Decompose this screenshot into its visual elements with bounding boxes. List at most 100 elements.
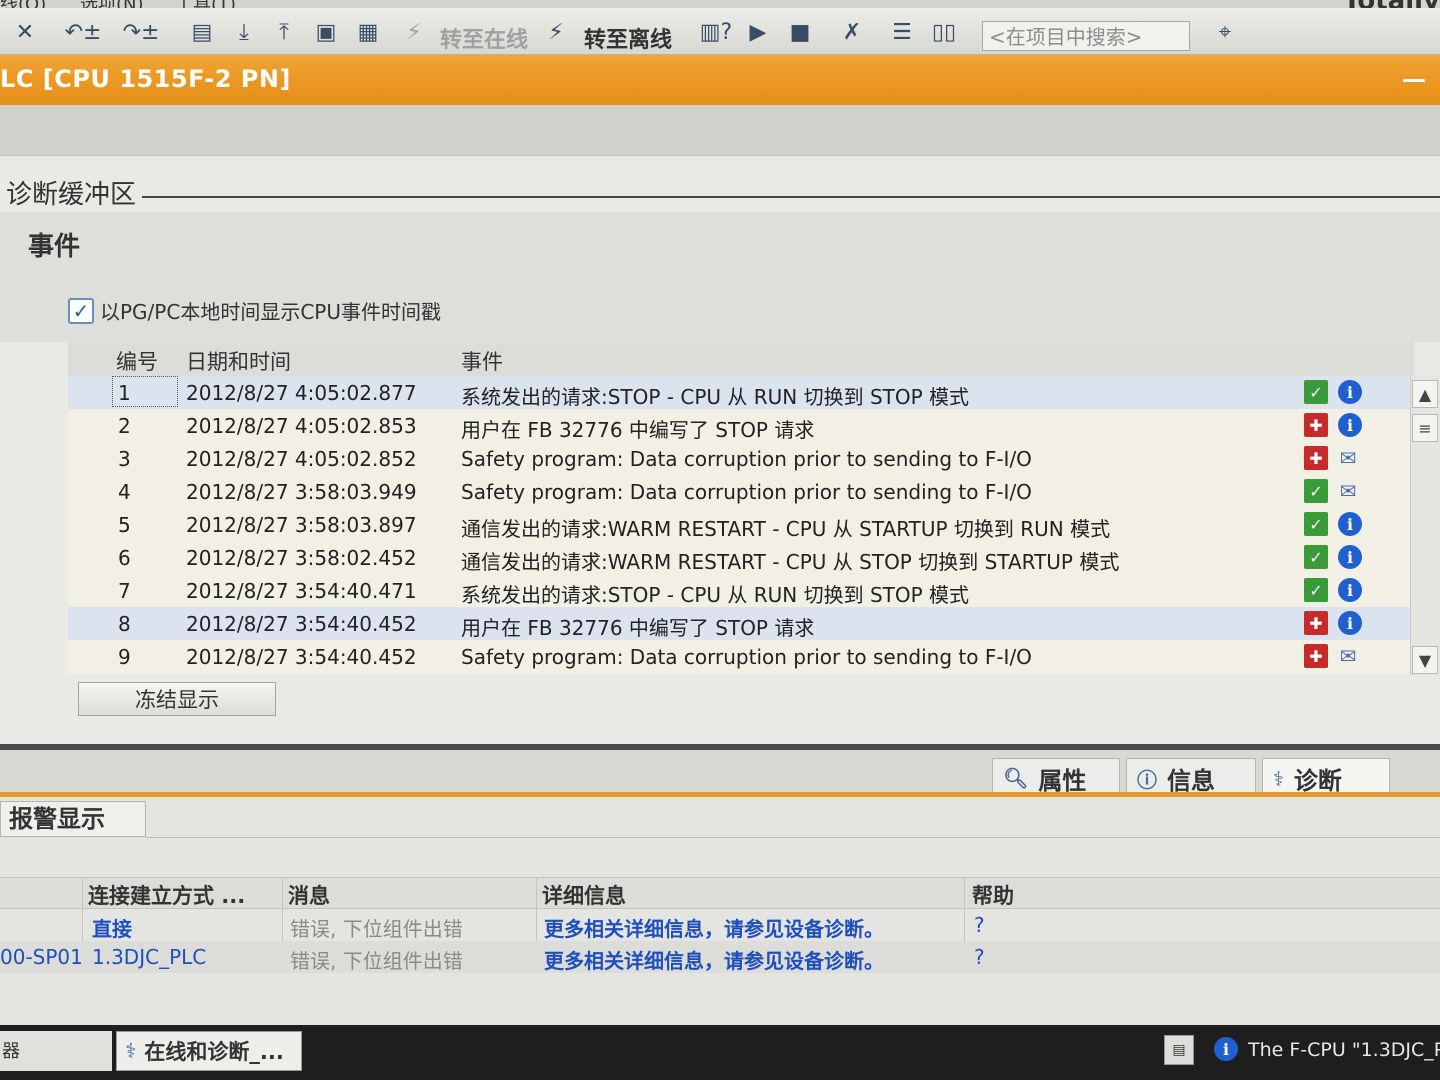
go-offline-icon[interactable]: ⚡ [542,18,570,46]
download-icon[interactable]: ⤓ [230,18,258,46]
stop-cpu-icon[interactable]: ■ [786,18,814,46]
row-event: Safety program: Data corruption prior to… [461,645,1032,669]
tab-diagnostics-label: 诊断 [1293,767,1342,795]
cross-reference-icon[interactable]: ✗ [838,18,866,46]
online-diagnostics-task-tab[interactable]: ⚕ 在线和诊断_... [116,1031,302,1071]
table-row[interactable]: 4 2012/8/27 3:58:03.949 Safety program: Da… [68,475,1414,508]
row-event: Safety program: Data corruption prior to… [461,480,1032,504]
table-row[interactable]: 3 2012/8/27 4:05:02.852 Safety program: Da… [68,442,1414,475]
table-row[interactable]: 1 2012/8/27 4:05:02.877 系统发出的请求:STOP - CPU… [68,376,1414,409]
tab-alarm-display[interactable]: 报警显示 [0,801,146,837]
table-row[interactable]: 9 2012/8/27 3:54:40.452 Safety program: Da… [68,640,1414,673]
scroll-thumb[interactable]: ≡ [1412,414,1438,442]
network-icon[interactable]: ▤ [1164,1035,1194,1065]
status-ok-icon: ✓ [1304,578,1328,602]
status-error-icon: ✚ [1304,644,1328,668]
info-icon: i [1338,578,1362,602]
table-row[interactable]: 2 2012/8/27 4:05:02.853 用户在 FB 32776 中编写了 … [68,409,1414,442]
alarm-help-link[interactable]: ? [974,913,985,937]
info-icon: i [1338,512,1362,536]
alarm-row[interactable]: 直接 错误, 下位组件出错 更多相关详细信息，请参见设备诊断。 ? [0,909,1440,941]
inspector-tab-bar: 🔍︎ 属性 ⓘ 信息 ⚕ 诊断 [0,750,1440,798]
focused-cell-outline [112,376,178,407]
table-row[interactable]: 6 2012/8/27 3:58:02.452 通信发出的请求:WARM RESTA… [68,541,1414,574]
column-header-connection[interactable]: 连接建立方式 ... [88,880,245,910]
redo-icon[interactable]: ↷± [116,18,166,46]
search-input[interactable]: <在项目中搜索> [982,21,1190,51]
column-header-number[interactable]: 编号 [116,346,158,376]
info-icon: i [1338,413,1362,437]
local-time-checkbox[interactable]: ✓ [68,298,94,324]
row-datetime: 2012/8/27 4:05:02.852 [186,447,417,471]
minimize-icon[interactable]: — [1402,65,1426,93]
alarm-device[interactable]: 00-SP01 [0,945,83,969]
alarm-message: 错误, 下位组件出错 [290,917,463,941]
status-bar: 器 ⚕ 在线和诊断_... ▤ i The F-CPU "1.3DJC_PL [0,1025,1440,1080]
info-icon[interactable]: i [1214,1037,1238,1061]
status-ok-icon: ✓ [1304,479,1328,503]
alarm-connection[interactable]: 1.3DJC_PLC [92,945,206,969]
local-time-checkbox-label[interactable]: 以PG/PC本地时间显示CPU事件时间戳 [100,296,441,325]
row-datetime: 2012/8/27 3:54:40.452 [186,645,417,669]
scroll-down-icon[interactable]: ▼ [1412,646,1438,674]
compile-icon[interactable]: ▤ [188,18,216,46]
go-offline-button[interactable]: 转至离线 [584,22,672,54]
go-online-icon[interactable]: ⚡ [400,18,428,46]
simulation-icon[interactable]: ▣ [312,18,340,46]
message-icon: ✉ [1339,644,1357,668]
table-row[interactable]: 8 2012/8/27 3:54:40.452 用户在 FB 32776 中编写了 … [68,607,1414,640]
status-message[interactable]: The F-CPU "1.3DJC_PL [1248,1039,1440,1061]
scroll-up-icon[interactable]: ▲ [1412,380,1438,408]
runtime-icon[interactable]: ▦ [354,18,382,46]
go-online-button[interactable]: 转至在线 [440,22,528,54]
magnifier-icon: 🔍︎ [1003,766,1029,790]
undo-icon[interactable]: ↶± [58,18,108,46]
row-number: 8 [118,612,131,636]
tab-info-label: 信息 [1167,766,1215,795]
events-heading: 事件 [28,232,81,262]
column-header-help[interactable]: 帮助 [972,880,1014,910]
start-cpu-icon[interactable]: ▶ [744,18,772,46]
row-number: 9 [118,645,131,669]
column-header-datetime[interactable]: 日期和时间 [186,346,291,376]
table-scrollbar[interactable]: ▲ ≡ ▼ [1410,376,1440,676]
status-ok-icon: ✓ [1304,380,1328,404]
status-ok-icon: ✓ [1304,545,1328,569]
toolbar: ✕ ↶± ↷± ▤ ⤓ ⤒ ▣ ▦ ⚡ 转至在线 ⚡ 转至离线 ▥? ▶ ■ ✗… [0,8,1440,55]
status-left-tab[interactable]: 器 [0,1031,112,1071]
column-header-message[interactable]: 消息 [288,880,330,910]
alarm-table-header: 连接建立方式 ... 消息 详细信息 帮助 [0,877,1440,909]
status-error-icon: ✚ [1304,611,1328,635]
info-icon: i [1338,611,1362,635]
diagnostic-buffer-table: 编号 日期和时间 事件 1 2012/8/27 4:05:02.877 系统发出的请… [68,342,1414,674]
row-datetime: 2012/8/27 3:58:03.949 [186,480,417,504]
info-icon: i [1338,380,1362,404]
row-event: 通信发出的请求:WARM RESTART - CPU 从 STARTUP 切换到… [461,517,1111,541]
binoculars-icon[interactable]: ⌖ [1210,18,1240,46]
row-datetime: 2012/8/27 4:05:02.853 [186,414,417,438]
upload-icon[interactable]: ⤒ [270,18,298,46]
alarm-connection[interactable]: 直接 [92,913,132,942]
section-divider [142,196,1440,198]
table-row[interactable]: 5 2012/8/27 3:58:03.897 通信发出的请求:WARM RESTA… [68,508,1414,541]
row-datetime: 2012/8/27 3:58:02.452 [186,546,417,570]
editor-title: LC [CPU 1515F-2 PN] [0,65,291,93]
row-datetime: 2012/8/27 3:54:40.452 [186,612,417,636]
close-icon[interactable]: ✕ [12,18,38,46]
split-vertical-icon[interactable]: ▯▯ [930,18,958,46]
tab-properties-label: 属性 [1038,766,1087,795]
alarm-message: 错误, 下位组件出错 [290,949,463,973]
alarm-details-link[interactable]: 更多相关详细信息，请参见设备诊断。 [544,945,884,974]
table-row[interactable]: 7 2012/8/27 3:54:40.471 系统发出的请求:STOP - CPU… [68,574,1414,607]
row-event: 用户在 FB 32776 中编写了 STOP 请求 [461,616,815,640]
column-header-details[interactable]: 详细信息 [542,880,626,910]
alarm-row[interactable]: 00-SP01 1.3DJC_PLC 错误, 下位组件出错 更多相关详细信息，请… [0,941,1440,973]
row-number: 3 [118,447,131,471]
column-header-event[interactable]: 事件 [461,346,503,376]
alarm-details-link[interactable]: 更多相关详细信息，请参见设备诊断。 [544,913,884,942]
accessible-devices-icon[interactable]: ▥? [700,18,732,46]
alarm-help-link[interactable]: ? [974,945,985,969]
status-error-icon: ✚ [1304,446,1328,470]
freeze-display-button[interactable]: 冻结显示 [78,682,276,716]
split-horizontal-icon[interactable]: ☰ [888,18,916,46]
